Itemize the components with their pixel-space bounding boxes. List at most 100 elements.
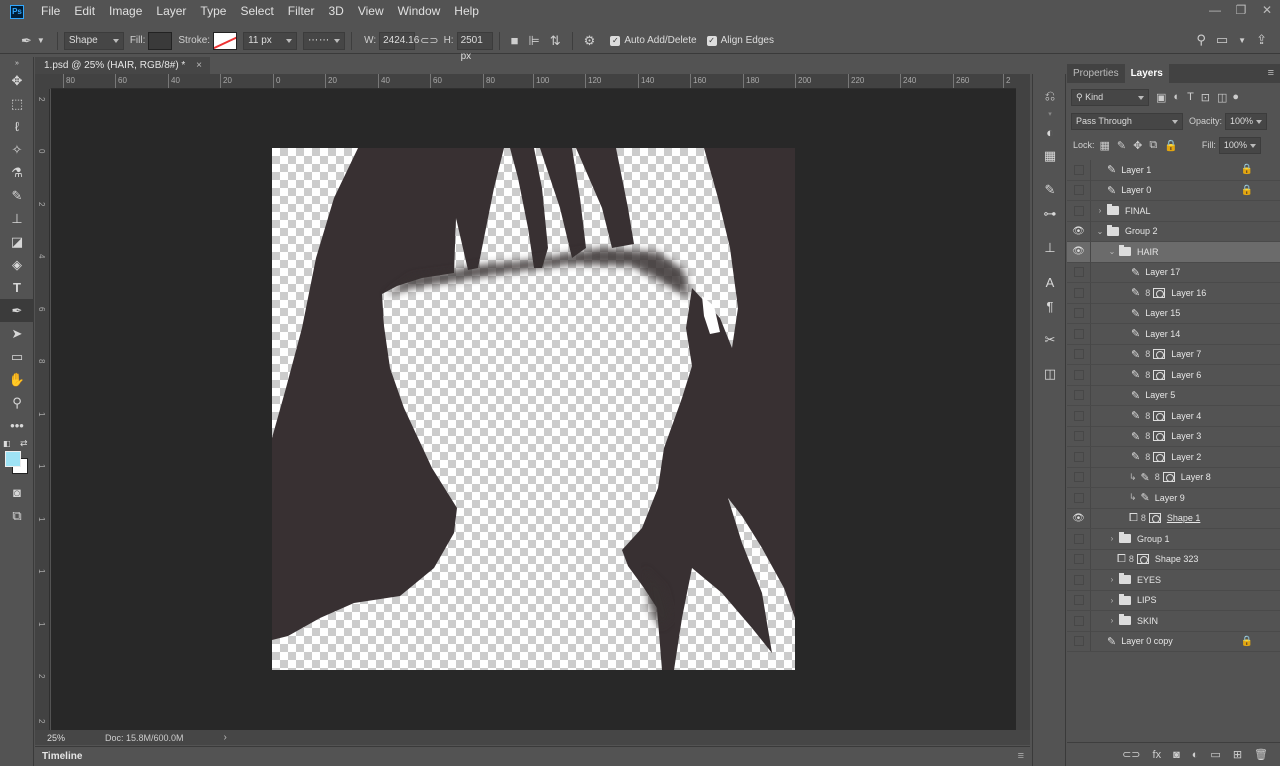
menu-3d[interactable]: 3D (321, 0, 350, 23)
width-input[interactable]: 2424.16 (379, 31, 419, 50)
filter-adjustment-icon[interactable]: ◐ (1173, 91, 1180, 103)
visibility-toggle[interactable] (1067, 344, 1091, 365)
clone-source-icon[interactable]: ⊥ (1033, 236, 1067, 260)
filter-kind-select[interactable]: ⚲ Kind (1071, 88, 1149, 106)
layer-row[interactable]: ⧠ 8 Shape 323 (1067, 549, 1280, 570)
eye-icon[interactable]: 👁 (1067, 508, 1091, 529)
swap-colors-icon[interactable]: ⇄ (20, 438, 28, 449)
adjustments-icon[interactable]: ⊶ (1033, 202, 1067, 226)
menu-file[interactable]: File (34, 0, 67, 23)
eyedropper-tool-icon[interactable]: ⚗ (0, 161, 34, 184)
visibility-toggle[interactable] (1067, 385, 1091, 406)
stroke-type-select[interactable]: ⋯⋯ (303, 31, 346, 50)
vertical-ruler[interactable]: 2 0 2 4 6 8 1 1 1 1 1 2 2 (35, 89, 50, 730)
layer-row[interactable]: › LIPS (1067, 590, 1280, 611)
panel-menu-icon[interactable]: ≡ (1268, 64, 1274, 83)
gear-icon[interactable]: ⚙ (579, 33, 601, 49)
default-colors-icon[interactable]: ◧ (3, 439, 11, 448)
visibility-toggle[interactable] (1067, 180, 1091, 201)
share-icon[interactable]: ⇪ (1251, 32, 1272, 48)
visibility-toggle[interactable] (1067, 159, 1091, 180)
layer-row[interactable]: 👁 ⧠ 8 Shape 1 (1067, 508, 1280, 529)
layer-style-icon[interactable]: fx (1153, 749, 1162, 761)
menu-edit[interactable]: Edit (67, 0, 102, 23)
panel-menu-icon[interactable]: ≡ (1018, 750, 1024, 762)
height-input[interactable]: 2501 px (456, 31, 493, 62)
visibility-toggle[interactable] (1067, 487, 1091, 508)
search-icon[interactable]: ⚲ (1191, 32, 1211, 48)
swatches-icon[interactable]: ▦ (1033, 144, 1067, 168)
character-icon[interactable]: A (1033, 270, 1067, 294)
trash-icon[interactable]: 🗑 (1254, 748, 1268, 761)
layer-row[interactable]: ✎ 8 Layer 4 (1067, 405, 1280, 427)
chevron-right-icon[interactable]: › (1107, 534, 1117, 543)
lock-pixels-icon[interactable]: ✎ (1117, 139, 1126, 152)
path-operations-icon[interactable]: ■ (506, 33, 524, 48)
link-layers-icon[interactable]: ⊂⊃ (1122, 748, 1140, 761)
align-edges-checkbox[interactable]: ✓ Align Edges (706, 35, 774, 46)
document-canvas[interactable] (272, 148, 795, 670)
layer-row[interactable]: ✎ Layer 17 (1067, 262, 1280, 283)
brushes-icon[interactable]: ✎ (1033, 178, 1067, 202)
filter-type-icon[interactable]: T (1187, 91, 1194, 103)
menu-layer[interactable]: Layer (149, 0, 193, 23)
layer-row[interactable]: 👁 ⌄ Group 2 (1067, 221, 1280, 242)
timeline-panel-tab[interactable]: Timeline ≡ (35, 746, 1030, 766)
visibility-toggle[interactable] (1067, 528, 1091, 549)
layer-row[interactable]: › FINAL (1067, 200, 1280, 222)
layer-row[interactable]: ✎ 8 Layer 2 (1067, 446, 1280, 468)
menu-help[interactable]: Help (447, 0, 486, 23)
visibility-toggle[interactable] (1067, 467, 1091, 488)
visibility-toggle[interactable] (1067, 610, 1091, 631)
marquee-tool-icon[interactable]: ⬚ (0, 92, 34, 115)
layer-row[interactable]: › EYES (1067, 569, 1280, 591)
chevron-right-icon[interactable]: › (1107, 616, 1117, 625)
stamp-tool-icon[interactable]: ⊥ (0, 207, 34, 230)
chevron-right-icon[interactable]: › (224, 732, 227, 743)
visibility-toggle[interactable] (1067, 426, 1091, 447)
pen-tool-icon[interactable]: ✒ (0, 299, 34, 322)
layer-row[interactable]: ↳ ✎ 8 Layer 8 (1067, 467, 1280, 488)
layer-row[interactable]: ✎ 8 Layer 7 (1067, 344, 1280, 365)
visibility-toggle[interactable] (1067, 323, 1091, 344)
layer-row[interactable]: ✎ 8 Layer 3 (1067, 426, 1280, 447)
add-mask-icon[interactable]: ◙ (1173, 749, 1180, 761)
eraser-tool-icon[interactable]: ◪ (0, 230, 34, 253)
layer-row[interactable]: ✎ Layer 1 🔒 (1067, 159, 1280, 181)
path-arrangement-icon[interactable]: ⇅ (545, 33, 566, 49)
visibility-toggle[interactable] (1067, 446, 1091, 467)
layer-row[interactable]: ✎ 8 Layer 6 (1067, 364, 1280, 386)
opacity-input[interactable]: 100% (1225, 112, 1268, 130)
layer-row[interactable]: › Group 1 (1067, 528, 1280, 550)
tab-properties[interactable]: Properties (1067, 64, 1125, 83)
visibility-toggle[interactable] (1067, 631, 1091, 652)
vertical-scrollbar[interactable] (1016, 74, 1030, 730)
visibility-toggle[interactable] (1067, 549, 1091, 570)
lock-all-icon[interactable]: 🔒 (1164, 139, 1178, 152)
paragraph-icon[interactable]: ¶ (1033, 294, 1067, 318)
layer-row[interactable]: 👁 ⌄ HAIR (1067, 241, 1280, 263)
visibility-toggle[interactable] (1067, 569, 1091, 590)
filter-pixel-icon[interactable]: ▣ (1156, 91, 1166, 104)
move-tool-icon[interactable]: ✥ (0, 69, 34, 92)
layer-row[interactable]: › SKIN (1067, 610, 1280, 632)
tool-mode-select[interactable]: Shape (63, 31, 124, 50)
color-icon[interactable]: ◐ (1033, 120, 1067, 144)
stroke-swatch[interactable] (213, 31, 238, 50)
layer-row[interactable]: ✎ Layer 5 (1067, 385, 1280, 406)
layer-row[interactable]: ✎ 8 Layer 16 (1067, 282, 1280, 304)
horizontal-ruler[interactable]: 80 60 40 20 0 20 40 60 80 100 120 140 16… (51, 74, 1016, 89)
brush-tool-icon[interactable]: ✎ (0, 184, 34, 207)
chevron-right-icon[interactable]: › (1107, 575, 1117, 584)
fill-input[interactable]: 100% (1218, 136, 1261, 154)
visibility-toggle[interactable] (1067, 262, 1091, 283)
path-selection-tool-icon[interactable]: ➤ (0, 322, 34, 345)
chevron-right-icon[interactable]: › (1107, 596, 1117, 605)
pen-tool-preset-icon[interactable]: ✒ (16, 33, 37, 49)
link-dimensions-icon[interactable]: ⊂⊃ (415, 34, 443, 47)
foreground-color-swatch[interactable] (5, 451, 21, 467)
visibility-toggle[interactable] (1067, 405, 1091, 426)
zoom-level[interactable]: 25% (35, 733, 80, 743)
more-tools-icon[interactable]: ••• (0, 414, 34, 437)
new-group-icon[interactable]: ▭ (1210, 748, 1220, 761)
